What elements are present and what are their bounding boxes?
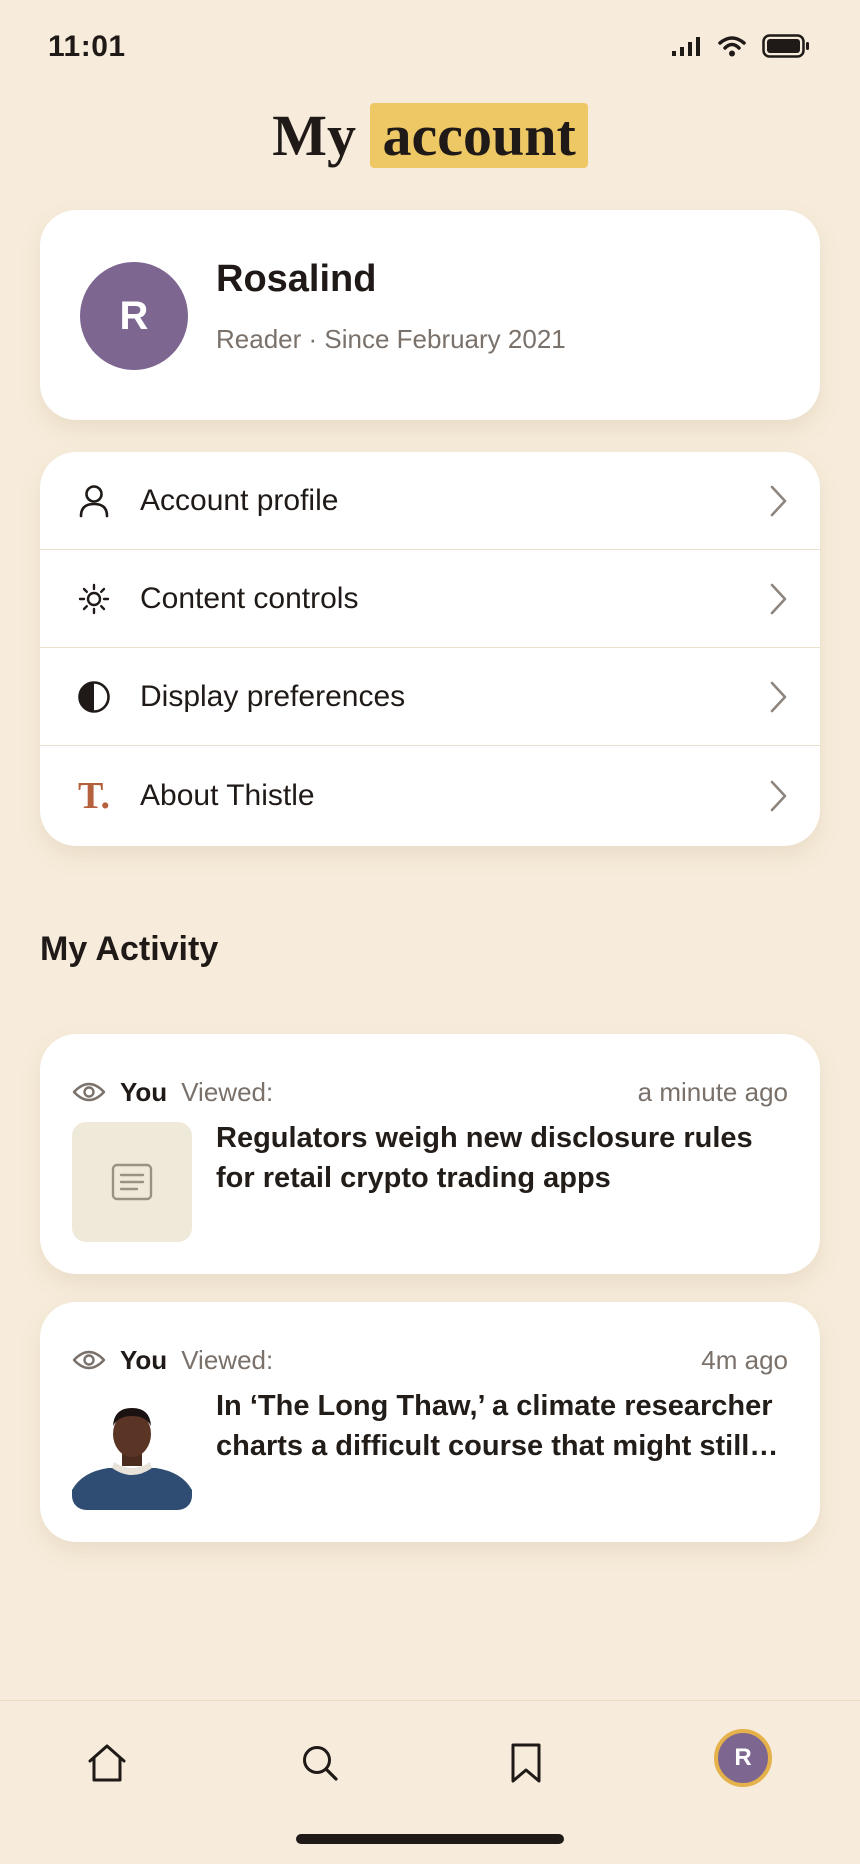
eye-icon [72,1350,106,1370]
status-time: 11:01 [48,30,126,63]
article-placeholder-icon [111,1163,153,1201]
battery-icon [762,34,809,58]
search-icon [303,1746,338,1781]
activity-header: You Viewed: a minute ago [72,1072,788,1112]
menu-item-label: Display preferences [140,679,406,713]
activity-time: 4m ago [701,1344,788,1375]
profile-subtitle: Reader · Since February 2021 [216,324,566,354]
chevron-right-icon [770,583,787,614]
activity-action: Viewed: [181,1076,274,1107]
section-title-activity: My Activity [40,930,219,968]
menu-item-about[interactable]: T. About Thistle [40,746,820,846]
page-title-highlight: account [370,103,588,168]
chevron-right-icon [770,485,787,516]
activity-action: Viewed: [181,1344,274,1375]
contrast-icon [76,679,112,715]
sun-icon [76,581,112,617]
account-screen: 11:01 My account R Rosalind Reader · Sin… [0,0,860,1864]
thistle-logo-icon: T. [77,775,111,817]
page-title: My account [0,100,860,172]
home-indicator[interactable] [296,1834,564,1844]
activity-actor: You [120,1344,168,1375]
activity-item[interactable]: You Viewed: a minute ago Regulators weig… [40,1034,820,1274]
menu-item-content-controls[interactable]: Content controls [40,550,820,648]
avatar: R [80,262,188,370]
nav-search[interactable] [292,1735,348,1791]
status-icons [672,34,810,58]
wifi-icon [718,36,746,57]
signal-icon [672,37,700,56]
profile-avatar: R [714,1729,772,1787]
activity-article-title[interactable]: Regulators weigh new disclosure rules fo… [216,1118,790,1198]
profile-card[interactable]: R Rosalind Reader · Since February 2021 [40,210,820,420]
profile-name: Rosalind [216,258,377,300]
status-bar: 11:01 [0,0,860,100]
article-thumbnail [72,1122,192,1242]
menu-item-account-profile[interactable]: Account profile [40,452,820,550]
activity-header: You Viewed: 4m ago [72,1340,788,1380]
activity-time: a minute ago [637,1076,788,1107]
nav-home[interactable] [79,1735,135,1791]
bookmark-icon [511,1743,541,1783]
portrait-photo [72,1390,192,1510]
menu-item-label: About Thistle [140,779,315,812]
eye-icon [72,1082,106,1102]
menu-item-label: Content controls [140,581,359,615]
activity-item[interactable]: You Viewed: 4m ago In ‘The Long Thaw,’ a… [40,1302,820,1542]
chevron-right-icon [770,681,787,712]
home-icon [88,1744,126,1782]
nav-profile[interactable]: R [714,1729,772,1787]
menu-item-label: Account profile [140,483,339,517]
settings-menu: Account profile Content controls Display… [40,452,820,846]
person-icon [76,483,112,519]
activity-article-title[interactable]: In ‘The Long Thaw,’ a climate researcher… [216,1386,790,1466]
page-title-plain: My [272,103,356,168]
menu-item-display-preferences[interactable]: Display preferences [40,648,820,746]
chevron-right-icon [770,780,787,812]
nav-saved[interactable] [498,1735,554,1791]
activity-actor: You [120,1076,168,1107]
